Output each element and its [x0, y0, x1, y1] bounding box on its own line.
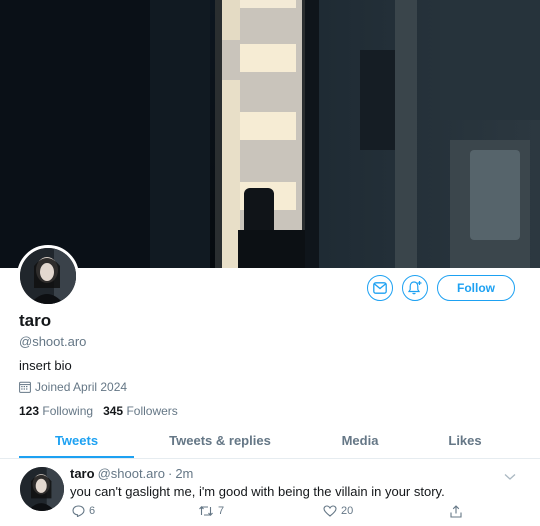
heart-icon [323, 505, 337, 517]
profile-actions: Follow [367, 275, 515, 301]
retweet-count: 7 [218, 505, 225, 517]
envelope-icon [373, 282, 387, 294]
reply-button[interactable]: 6 [72, 505, 95, 517]
tweet-actions: 6 7 20 [70, 505, 470, 521]
calendar-icon [19, 381, 31, 393]
tweet-time[interactable]: 2m [175, 466, 193, 481]
message-button[interactable] [367, 275, 393, 301]
tweet-text: you can't gaslight me, i'm good with bei… [70, 484, 445, 499]
followers-label: Followers [126, 404, 178, 418]
joined-text: Joined April 2024 [35, 380, 128, 394]
tab-tweets[interactable]: Tweets [19, 433, 134, 448]
profile-bio: insert bio [19, 358, 72, 373]
joined-date: Joined April 2024 [19, 380, 127, 394]
following-link[interactable]: 123 Following [19, 404, 93, 418]
follow-button[interactable]: Follow [437, 275, 515, 301]
profile-tabs: Tweets Tweets & replies Media Likes [0, 424, 540, 459]
like-button[interactable]: 20 [323, 505, 353, 517]
following-count: 123 [19, 404, 40, 418]
chevron-down-icon [504, 474, 516, 480]
tweet-menu-button[interactable] [504, 468, 516, 486]
tweet-author-handle: @shoot.aro [97, 466, 165, 481]
reply-count: 6 [89, 505, 96, 517]
tweet-separator: · [167, 466, 173, 481]
tweet-header: taro @shoot.aro · 2m [70, 466, 193, 481]
follow-counts: 123 Following 345 Followers [19, 404, 178, 418]
retweet-icon [199, 505, 213, 517]
profile-avatar[interactable] [17, 245, 79, 307]
followers-count: 345 [103, 404, 124, 418]
tab-tweets-replies[interactable]: Tweets & replies [150, 433, 290, 448]
like-count: 20 [341, 505, 354, 517]
tweet-author-name[interactable]: taro [70, 466, 95, 481]
followers-link[interactable]: 345 Followers [103, 404, 178, 418]
notifications-button[interactable] [402, 275, 428, 301]
tab-likes[interactable]: Likes [425, 433, 505, 448]
profile-handle: @shoot.aro [19, 334, 87, 349]
share-button[interactable] [450, 505, 462, 518]
tweet-item[interactable]: taro @shoot.aro · 2m you can't gaslight … [0, 460, 540, 526]
retweet-button[interactable]: 7 [198, 505, 224, 517]
share-icon [450, 505, 462, 518]
tab-media[interactable]: Media [320, 433, 400, 448]
bell-plus-icon [407, 281, 422, 295]
following-label: Following [42, 404, 94, 418]
active-tab-indicator [19, 456, 134, 458]
profile-name: taro [19, 311, 52, 330]
reply-icon [72, 505, 85, 517]
tweet-avatar[interactable] [20, 467, 64, 511]
profile-banner[interactable] [0, 0, 540, 268]
